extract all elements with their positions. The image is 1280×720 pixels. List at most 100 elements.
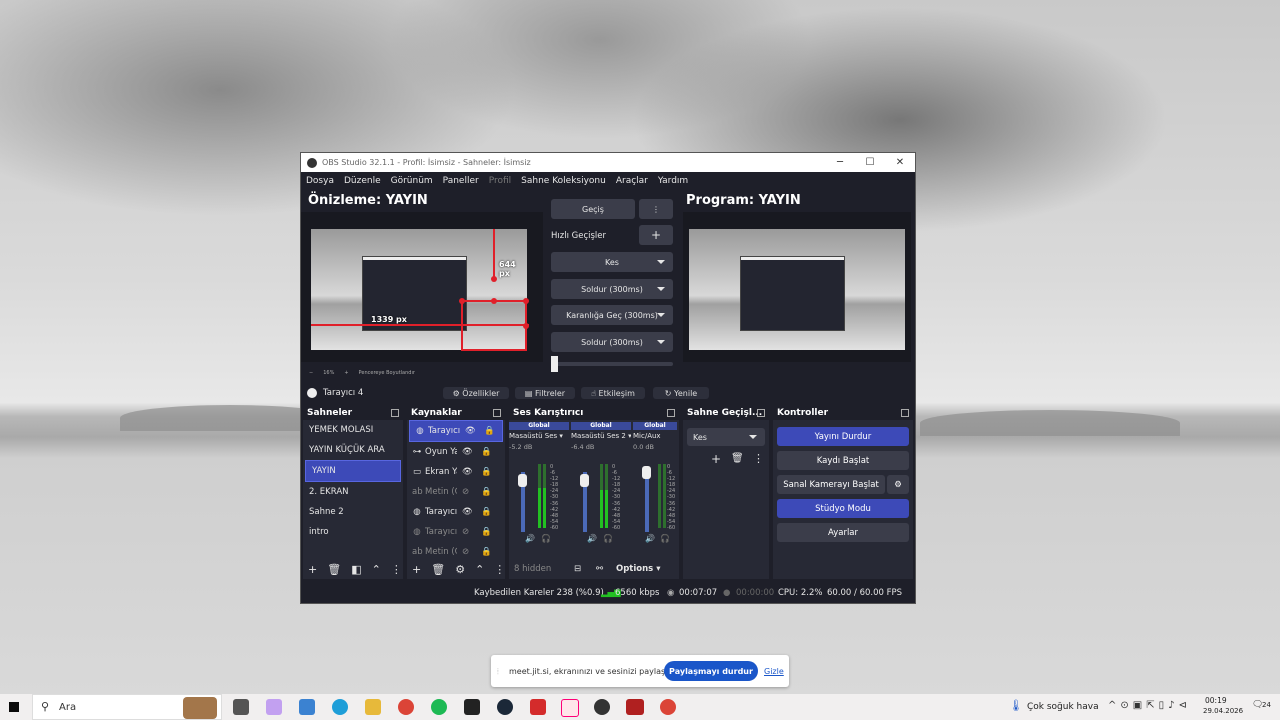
menu-dosya[interactable]: Dosya bbox=[301, 176, 339, 186]
source-item[interactable]: abMetin (G ⊘🔒 bbox=[407, 482, 505, 502]
filters-button[interactable]: ▤ Filtreler bbox=[515, 387, 575, 399]
add-icon[interactable]: + bbox=[308, 563, 317, 576]
source-item[interactable]: ▭Ekran Ya 👁🔒 bbox=[407, 462, 505, 482]
selection-handle[interactable] bbox=[459, 298, 465, 304]
menu-araclar[interactable]: Araçlar bbox=[611, 176, 653, 186]
volume-slider[interactable] bbox=[645, 472, 649, 532]
tbar-slider[interactable] bbox=[551, 356, 673, 372]
eye-hidden-icon[interactable]: ⊘ bbox=[462, 487, 469, 497]
scene-item[interactable]: YAYIN KÜÇÜK ARA bbox=[303, 440, 403, 460]
lock-icon[interactable]: 🔒 bbox=[481, 447, 492, 457]
minimize-button[interactable]: ─ bbox=[825, 157, 855, 168]
headphone-icon[interactable]: 🎧 bbox=[660, 534, 670, 543]
source-item[interactable]: ◍ Tarayıcı ⊘ 🔒 bbox=[407, 522, 505, 542]
drag-handle-icon[interactable]: ⦙ bbox=[497, 667, 499, 677]
menu-paneller[interactable]: Paneller bbox=[438, 176, 484, 186]
edge-icon[interactable] bbox=[332, 699, 348, 715]
zoom-in-button[interactable]: + bbox=[344, 370, 348, 376]
lock-icon[interactable]: 🔒 bbox=[481, 527, 492, 537]
spotify-icon[interactable] bbox=[431, 699, 447, 715]
trash-icon[interactable]: 🗑 bbox=[431, 563, 445, 576]
headphone-icon[interactable]: 🎧 bbox=[603, 534, 613, 543]
volume-knob[interactable] bbox=[642, 466, 651, 479]
scene-item[interactable]: 2. EKRAN bbox=[303, 482, 403, 502]
channel-name[interactable]: Masaüstü Ses ▾ bbox=[509, 432, 569, 440]
zoom-out-button[interactable]: − bbox=[309, 370, 313, 376]
lock-icon[interactable]: 🔒 bbox=[481, 467, 492, 477]
interact-button[interactable]: ☝ Etkileşim bbox=[581, 387, 645, 399]
speaker-icon[interactable]: 🔊 bbox=[587, 534, 597, 543]
transition-select[interactable]: Kes bbox=[687, 428, 765, 446]
transition-button[interactable]: Geçiş bbox=[551, 199, 635, 219]
menu-yardim[interactable]: Yardım bbox=[653, 176, 693, 186]
tbar-handle[interactable] bbox=[551, 356, 558, 372]
speaker-icon[interactable]: 🔊 bbox=[525, 534, 535, 543]
scene-item-selected[interactable]: YAYIN bbox=[305, 460, 401, 482]
source-item[interactable]: ⊶ Oyun Ya 👁 🔒 bbox=[407, 442, 505, 462]
epic-games-icon[interactable] bbox=[464, 699, 480, 715]
menu-duzenle[interactable]: Düzenle bbox=[339, 176, 386, 186]
chrome-icon[interactable] bbox=[398, 699, 414, 715]
lock-icon[interactable]: 🔒 bbox=[484, 426, 495, 436]
hidden-count[interactable]: 8 hidden bbox=[514, 564, 574, 574]
stop-stream-button[interactable]: Yayını Durdur bbox=[777, 427, 909, 446]
eye-hidden-icon[interactable]: ⊘ bbox=[462, 527, 469, 537]
transition-menu-button[interactable]: ⋮ bbox=[639, 199, 673, 219]
tray-icons[interactable]: ^⊙▣⇱▯♪⊲ bbox=[1108, 700, 1191, 711]
chevron-up-icon[interactable]: ⌃ bbox=[372, 563, 381, 576]
file-explorer-icon[interactable] bbox=[365, 699, 381, 715]
volume-knob[interactable] bbox=[518, 474, 527, 487]
task-view-icon[interactable] bbox=[233, 699, 249, 715]
opera-icon[interactable] bbox=[561, 699, 579, 717]
more-icon[interactable]: ⋮ bbox=[391, 563, 402, 576]
trash-icon[interactable]: 🗑 bbox=[327, 563, 341, 576]
add-icon[interactable]: + bbox=[711, 452, 721, 466]
quick-transition-item[interactable]: Kes bbox=[551, 252, 673, 272]
scene-item[interactable]: intro bbox=[303, 522, 403, 542]
float-icon[interactable] bbox=[757, 409, 765, 417]
outlook-icon[interactable] bbox=[299, 699, 315, 715]
menu-profil[interactable]: Profil bbox=[484, 176, 516, 186]
menu-sahne-koleksiyonu[interactable]: Sahne Koleksiyonu bbox=[516, 176, 611, 186]
search-box[interactable]: ⚲ Ara bbox=[32, 694, 222, 720]
eye-icon[interactable]: 👁 bbox=[465, 426, 476, 436]
headphone-icon[interactable]: 🎧 bbox=[541, 534, 551, 543]
weather-text[interactable]: Çok soğuk hava bbox=[1027, 702, 1099, 712]
selection-handle[interactable] bbox=[491, 276, 497, 282]
selection-handle[interactable] bbox=[523, 323, 529, 329]
scene-item[interactable]: Sahne 2 bbox=[303, 502, 403, 522]
speaker-icon[interactable]: 🔊 bbox=[645, 534, 655, 543]
start-record-button[interactable]: Kaydı Başlat bbox=[777, 451, 909, 470]
eye-icon[interactable]: 👁 bbox=[462, 507, 473, 517]
float-icon[interactable] bbox=[667, 409, 675, 417]
volume-knob[interactable] bbox=[580, 474, 589, 487]
float-icon[interactable] bbox=[391, 409, 399, 417]
gear-icon[interactable]: ⚙ bbox=[455, 563, 465, 576]
close-button[interactable]: ✕ bbox=[885, 157, 915, 168]
studio-mode-button[interactable]: Stüdyo Modu bbox=[777, 499, 909, 518]
source-item[interactable]: ◍ Tarayıcı 👁 🔒 bbox=[407, 502, 505, 522]
app-icon[interactable] bbox=[626, 699, 644, 715]
eye-icon[interactable]: 👁 bbox=[462, 447, 473, 457]
clock-time[interactable]: 00:19 bbox=[1205, 696, 1227, 705]
filter-icon[interactable]: ◧ bbox=[351, 563, 361, 576]
float-icon[interactable] bbox=[493, 409, 501, 417]
maximize-button[interactable]: ☐ bbox=[855, 157, 885, 168]
clock-date[interactable]: 29.04.2026 bbox=[1203, 707, 1243, 715]
app-icon[interactable] bbox=[530, 699, 546, 715]
more-icon[interactable]: ⋮ bbox=[494, 563, 505, 576]
lock-icon[interactable]: 🔒 bbox=[481, 487, 492, 497]
virtual-camera-settings-button[interactable]: ⚙ bbox=[887, 475, 909, 494]
virtual-camera-button[interactable]: Sanal Kamerayı Başlat bbox=[777, 475, 885, 494]
steam-icon[interactable] bbox=[497, 699, 513, 715]
windows-start-icon[interactable] bbox=[9, 702, 19, 712]
fit-to-window-button[interactable]: Pencereye Boyutlandır bbox=[359, 370, 415, 376]
properties-button[interactable]: ⚙ Özellikler bbox=[443, 387, 509, 399]
refresh-button[interactable]: ↻ Yenile bbox=[653, 387, 709, 399]
add-icon[interactable]: + bbox=[412, 563, 421, 576]
settings-button[interactable]: Ayarlar bbox=[777, 523, 909, 542]
preview-canvas[interactable]: 644 px 1339 px bbox=[301, 212, 543, 362]
hide-link[interactable]: Gizle bbox=[764, 667, 784, 676]
chevron-up-icon[interactable]: ⌃ bbox=[475, 563, 484, 576]
float-icon[interactable] bbox=[901, 409, 909, 417]
